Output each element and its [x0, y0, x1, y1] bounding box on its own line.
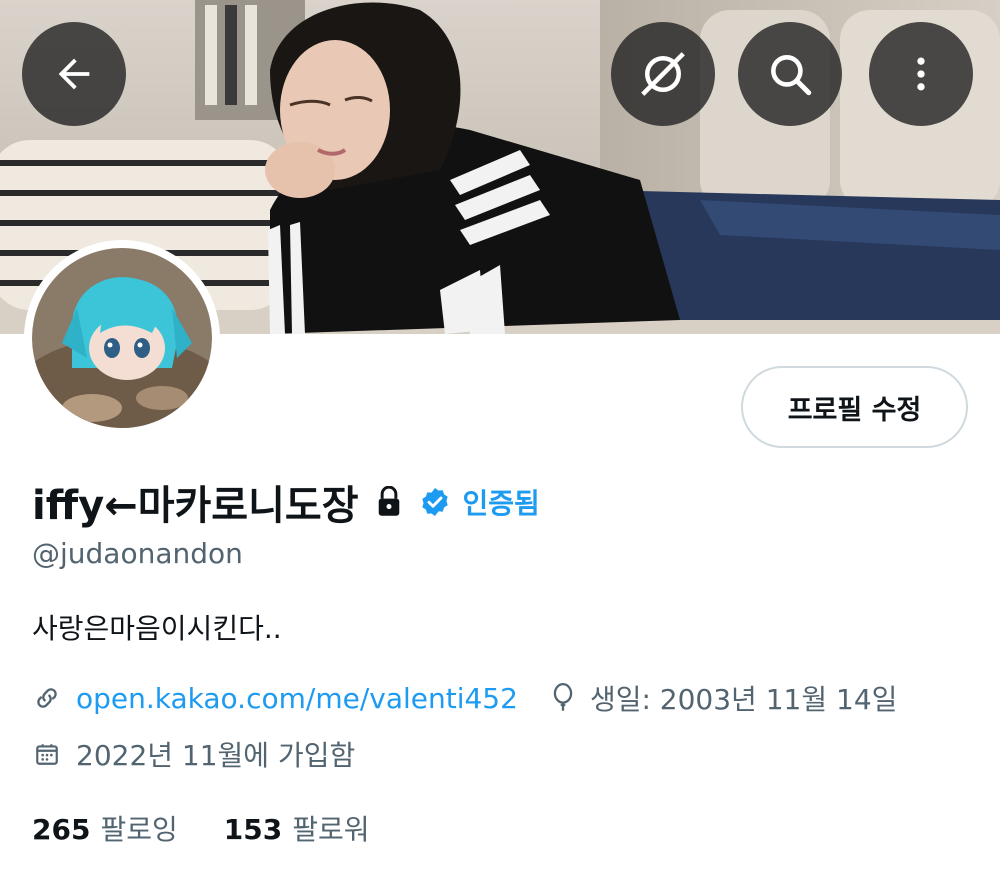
- profile-meta-row: open.kakao.com/me/valenti452 생일: 2003년 1…: [32, 678, 897, 718]
- search-button[interactable]: [738, 22, 842, 126]
- following-label: 팔로잉: [100, 813, 178, 846]
- back-button[interactable]: [22, 22, 126, 126]
- follow-stats: 265 팔로잉 153 팔로워: [32, 808, 369, 848]
- edit-profile-button[interactable]: 프로필 수정: [741, 366, 968, 448]
- following-count: 265: [32, 813, 91, 846]
- avatar[interactable]: [24, 240, 220, 436]
- followers-link[interactable]: 153 팔로워: [224, 808, 370, 848]
- birthday: 생일: 2003년 11월 14일: [589, 683, 898, 716]
- hide-replies-button[interactable]: [611, 22, 715, 126]
- profile-meta-row-joined: 2022년 11월에 가입함: [32, 734, 355, 774]
- following-link[interactable]: 265 팔로잉: [32, 808, 178, 848]
- avatar-image: [32, 248, 212, 428]
- join-date: 2022년 11월에 가입함: [76, 739, 356, 772]
- link-icon: [32, 684, 62, 712]
- verified-badge-icon[interactable]: [419, 486, 451, 518]
- lock-icon: [375, 486, 403, 518]
- eye-slash-icon: [636, 47, 690, 101]
- followers-label: 팔로워: [292, 813, 370, 846]
- more-options-button[interactable]: [869, 22, 973, 126]
- bio: 사랑은마음이시킨다..: [32, 612, 282, 645]
- display-name: iffy←마카로니도장: [32, 483, 359, 529]
- calendar-icon: [32, 741, 62, 767]
- balloon-icon: [548, 683, 578, 713]
- followers-count: 153: [223, 813, 283, 846]
- more-vertical-icon: [899, 52, 943, 96]
- arrow-left-icon: [51, 51, 97, 97]
- user-handle: @judaonandon: [32, 537, 243, 570]
- verified-label[interactable]: 인증됨: [463, 482, 540, 522]
- search-icon: [765, 49, 815, 99]
- profile-link[interactable]: open.kakao.com/me/valenti452: [76, 682, 518, 715]
- profile-name-row: iffy←마카로니도장 인증됨: [32, 472, 540, 532]
